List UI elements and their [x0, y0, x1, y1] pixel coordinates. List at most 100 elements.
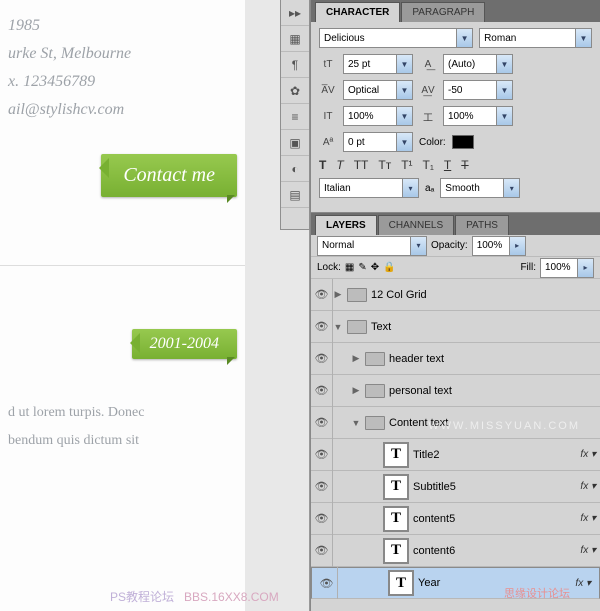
strike-btn[interactable]: T	[461, 158, 468, 172]
tracking-select[interactable]: -50▼	[443, 80, 513, 100]
lock-move-icon[interactable]: ✥	[371, 262, 379, 273]
vscale-input[interactable]: 100%▼	[343, 106, 413, 126]
cv-phone: x. 123456789	[8, 68, 237, 96]
cv-year: 1985	[8, 12, 237, 40]
visibility-eye-icon[interactable]: 👁	[311, 407, 333, 439]
fill-input[interactable]: 100%▸	[540, 258, 594, 278]
visibility-eye-icon[interactable]: 👁	[311, 279, 333, 311]
color-label: Color:	[419, 137, 446, 148]
disclosure-triangle-icon[interactable]: ▶	[351, 353, 361, 364]
visibility-eye-icon[interactable]: 👁	[316, 567, 338, 599]
type-layer-icon: T	[383, 506, 409, 532]
font-size-select[interactable]: 25 pt▼	[343, 54, 413, 74]
panel-icon-4[interactable]: ≡	[281, 104, 309, 130]
layer-row[interactable]: 👁TYearfx ▾	[311, 567, 600, 599]
layer-name[interactable]: personal text	[389, 385, 600, 397]
expand-icon[interactable]: ▸▸	[281, 0, 309, 26]
panel-icon-3[interactable]: ✿	[281, 78, 309, 104]
layer-name[interactable]: content6	[413, 545, 580, 557]
tab-paragraph[interactable]: PARAGRAPH	[401, 2, 485, 22]
antialias-select[interactable]: Smooth▾	[440, 178, 520, 198]
disclosure-triangle-icon[interactable]: ▶	[351, 385, 361, 396]
disclosure-triangle-icon[interactable]: ▼	[351, 418, 361, 428]
tab-layers[interactable]: LAYERS	[315, 215, 377, 235]
fx-badge[interactable]: fx ▾	[580, 449, 596, 460]
panel-icon-2[interactable]: ¶	[281, 52, 309, 78]
language-select[interactable]: Italian▾	[319, 178, 419, 198]
visibility-eye-icon[interactable]: 👁	[311, 503, 333, 535]
dropdown-icon: ▼	[396, 55, 412, 73]
cv-email: ail@stylishcv.com	[8, 96, 237, 124]
fx-badge[interactable]: fx ▾	[580, 481, 596, 492]
smallcaps-btn[interactable]: Tᴛ	[378, 158, 391, 172]
layer-name[interactable]: Text	[371, 321, 600, 333]
underline-btn[interactable]: T	[444, 158, 451, 172]
layer-row[interactable]: 👁TSubtitle5fx ▾	[311, 471, 600, 503]
layer-row[interactable]: 👁▼ Text	[311, 311, 600, 343]
visibility-eye-icon[interactable]: 👁	[311, 471, 333, 503]
layer-name[interactable]: 12 Col Grid	[371, 289, 600, 301]
baseline-input[interactable]: 0 pt▼	[343, 132, 413, 152]
kerning-select[interactable]: Optical▼	[343, 80, 413, 100]
layer-name[interactable]: Subtitle5	[413, 481, 580, 493]
lock-paint-icon[interactable]: ✎	[358, 262, 366, 273]
folder-icon	[365, 416, 385, 430]
hscale-input[interactable]: 100%▼	[443, 106, 513, 126]
visibility-eye-icon[interactable]: 👁	[311, 439, 333, 471]
disclosure-triangle-icon[interactable]: ▶	[333, 289, 343, 300]
visibility-eye-icon[interactable]: 👁	[311, 311, 333, 343]
fx-badge[interactable]: fx ▾	[575, 578, 591, 589]
leading-select[interactable]: (Auto)▼	[443, 54, 513, 74]
opacity-input[interactable]: 100%▸	[472, 236, 526, 256]
collapsed-panel-strip[interactable]: ▸▸ ▦ ¶ ✿ ≡ ▣ ◐ ▤	[280, 0, 310, 230]
layer-name[interactable]: Content text	[389, 417, 600, 429]
dropdown-icon: ▼	[396, 107, 412, 125]
lock-transparent-icon[interactable]: ▦	[345, 262, 354, 273]
layer-row[interactable]: 👁 ▼ Content text	[311, 407, 600, 439]
panel-icon-5[interactable]: ▣	[281, 130, 309, 156]
tab-character[interactable]: CHARACTER	[315, 2, 400, 22]
dropdown-icon: ▸	[577, 259, 593, 277]
dropdown-icon: ▼	[456, 29, 472, 47]
folder-icon	[347, 288, 367, 302]
font-family-select[interactable]: Delicious▼	[319, 28, 473, 48]
layer-row[interactable]: 👁 Tcontent5fx ▾	[311, 503, 600, 535]
document: 1985 urke St, Melbourne x. 123456789 ail…	[0, 0, 245, 611]
italic-btn[interactable]: T	[336, 158, 343, 172]
visibility-eye-icon[interactable]: 👁	[311, 343, 333, 375]
lock-all-icon[interactable]: 🔒	[383, 262, 395, 273]
panel-icon-6[interactable]: ◐	[281, 156, 309, 182]
blend-mode-select[interactable]: Normal▾	[317, 236, 427, 256]
layer-row[interactable]: 👁 ▶ personal text	[311, 375, 600, 407]
type-layer-icon: T	[383, 538, 409, 564]
layer-row[interactable]: 👁 ▶ header text	[311, 343, 600, 375]
tab-paths[interactable]: PATHS	[455, 215, 509, 235]
layers-tabs: LAYERS CHANNELS PATHS	[311, 213, 600, 235]
contact-ribbon[interactable]: Contact me	[101, 154, 237, 197]
layer-row[interactable]: 👁▶ 12 Col Grid	[311, 279, 600, 311]
subscript-btn[interactable]: T₁	[423, 158, 434, 172]
tab-channels[interactable]: CHANNELS	[378, 215, 454, 235]
allcaps-btn[interactable]: TT	[354, 158, 369, 172]
font-style-select[interactable]: Roman▼	[479, 28, 592, 48]
visibility-eye-icon[interactable]: 👁	[311, 535, 333, 567]
fx-badge[interactable]: fx ▾	[580, 545, 596, 556]
type-style-row: T T TT Tᴛ T¹ T₁ T T	[319, 158, 592, 172]
panel-icon-1[interactable]: ▦	[281, 26, 309, 52]
superscript-btn[interactable]: T¹	[401, 158, 412, 172]
layer-name[interactable]: header text	[389, 353, 600, 365]
layer-name[interactable]: Year	[418, 577, 575, 589]
fx-badge[interactable]: fx ▾	[580, 513, 596, 524]
layer-name[interactable]: content5	[413, 513, 580, 525]
layer-name[interactable]: Title2	[413, 449, 580, 461]
visibility-eye-icon[interactable]: 👁	[311, 375, 333, 407]
layer-row[interactable]: 👁 Tcontent6fx ▾	[311, 535, 600, 567]
color-swatch[interactable]	[452, 135, 474, 149]
opacity-label: Opacity:	[431, 240, 468, 251]
panel-icon-7[interactable]: ▤	[281, 182, 309, 208]
layers-list[interactable]: 👁▶12 Col Grid👁▼Text👁▶header text👁▶person…	[311, 279, 600, 599]
layer-row[interactable]: 👁 T Title2fx ▾	[311, 439, 600, 471]
bold-btn[interactable]: T	[319, 158, 326, 172]
type-layer-icon: T	[383, 442, 409, 468]
disclosure-triangle-icon[interactable]: ▼	[333, 322, 343, 332]
